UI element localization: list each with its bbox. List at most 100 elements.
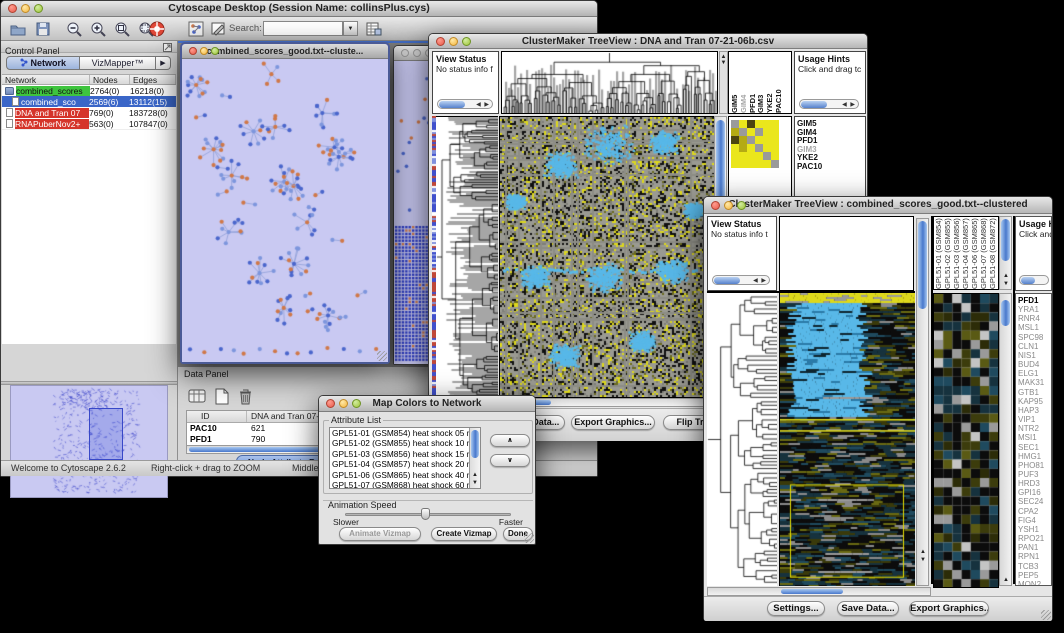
export-graphics-button[interactable]: Export Graphics... [909, 601, 989, 616]
zoom-vscrollbar[interactable]: ▲ [999, 293, 1012, 586]
zoom-out-icon[interactable] [65, 20, 83, 38]
gene-label[interactable]: PFD1 [1016, 296, 1051, 305]
scroll-up-arrow[interactable]: ▲ [1003, 273, 1009, 279]
gene-label[interactable]: VIP1 [1016, 415, 1051, 424]
gene-label[interactable]: HAP3 [1016, 406, 1051, 415]
matrix-cell[interactable] [771, 120, 779, 128]
scroll-thumb[interactable] [918, 221, 927, 309]
gene-label[interactable]: HRD3 [1016, 479, 1051, 488]
close-button[interactable] [326, 399, 335, 408]
gene-label[interactable]: YRA1 [1016, 305, 1051, 314]
scroll-thumb[interactable] [781, 589, 843, 594]
network-canvas[interactable] [182, 59, 388, 362]
column-dendrogram-panel[interactable] [501, 51, 718, 114]
scroll-up-arrow[interactable]: ▲ [472, 472, 478, 478]
gene-label[interactable]: KAP95 [1016, 397, 1051, 406]
network-list-empty-area[interactable] [2, 129, 176, 344]
gene-label[interactable]: FIG4 [1016, 516, 1051, 525]
usage-hints-scrollbar[interactable]: ◀ ▶ [799, 99, 859, 109]
scroll-thumb[interactable] [801, 101, 827, 108]
attribute-item[interactable]: GPL51-06 (GSM865) heat shock 40 min [332, 470, 480, 480]
matrix-cell[interactable] [739, 152, 747, 160]
matrix-cell[interactable] [739, 160, 747, 168]
close-button[interactable] [189, 47, 197, 55]
zoom-selected-icon[interactable] [113, 20, 131, 38]
minimize-button[interactable] [21, 4, 30, 13]
usage-hints-scrollbar[interactable] [1019, 275, 1049, 285]
overview-viewport-rect[interactable] [89, 408, 123, 460]
create-vizmap-button[interactable]: Create Vizmap [431, 527, 497, 541]
matrix-cell[interactable] [747, 120, 755, 128]
minimize-button[interactable] [724, 201, 733, 210]
minimize-button[interactable] [413, 49, 421, 57]
scroll-arrows[interactable]: ◀ ▶ [476, 101, 490, 109]
network-table-header[interactable]: Network Nodes Edges [2, 74, 176, 85]
heatmap-canvas[interactable] [779, 293, 915, 586]
gene-label[interactable]: PEP5 [1016, 571, 1051, 580]
matrix-cell[interactable] [747, 152, 755, 160]
export-graphics-button[interactable]: Export Graphics... [571, 415, 655, 430]
heatmap-hscrollbar[interactable] [707, 587, 931, 596]
float-panel-icon[interactable] [163, 43, 172, 52]
network-row[interactable]: combined_scores 2764(0) 16218(0) [2, 85, 176, 96]
network-overview-panel[interactable] [10, 385, 168, 498]
resize-grip[interactable] [377, 351, 387, 361]
scroll-thumb[interactable] [1001, 219, 1010, 261]
matrix-cell[interactable] [739, 128, 747, 136]
create-attribute-icon[interactable] [212, 387, 231, 406]
gene-label[interactable]: SEC24 [1016, 497, 1051, 506]
matrix-cell[interactable] [739, 144, 747, 152]
move-down-button[interactable]: ∨ [490, 454, 530, 467]
scroll-thumb[interactable] [1021, 277, 1035, 284]
network-row[interactable]: DNA and Tran 07 769(0) 183728(0) [2, 107, 176, 118]
matrix-cell[interactable] [755, 120, 763, 128]
column-labels-scrollbar[interactable]: ▲ ▼ [999, 216, 1012, 290]
settings-button[interactable]: Settings... [767, 601, 825, 616]
gene-label[interactable]: SEC1 [1016, 443, 1051, 452]
matrix-cell[interactable] [747, 136, 755, 144]
gene-label[interactable]: MON2 [1016, 580, 1051, 586]
matrix-cell[interactable] [747, 160, 755, 168]
attribute-item[interactable]: GPL51-03 (GSM856) heat shock 15 min [332, 449, 480, 459]
close-button[interactable] [8, 4, 17, 13]
similarity-matrix[interactable] [731, 120, 779, 168]
gene-label[interactable]: GTB1 [1016, 388, 1051, 397]
gene-label[interactable]: TCB3 [1016, 562, 1051, 571]
gene-label[interactable]: SPC98 [1016, 333, 1051, 342]
matrix-cell[interactable] [771, 144, 779, 152]
scroll-thumb[interactable] [439, 101, 465, 108]
scroll-down-arrow[interactable]: ▼ [472, 480, 478, 486]
attribute-item[interactable]: GPL51-07 (GSM868) heat shock 60 min [332, 480, 480, 489]
vizmapper-tab[interactable]: VizMapper™ [80, 56, 156, 70]
gene-label[interactable]: RPN1 [1016, 552, 1051, 561]
matrix-cell[interactable] [731, 152, 739, 160]
scroll-thumb[interactable] [714, 277, 740, 284]
id-column-header[interactable]: ID [187, 411, 247, 422]
search-input[interactable] [263, 21, 343, 36]
scroll-down-arrow[interactable]: ▼ [1003, 281, 1009, 287]
matrix-cell[interactable] [771, 136, 779, 144]
matrix-cell[interactable] [731, 128, 739, 136]
resize-grip[interactable] [524, 533, 534, 543]
matrix-cell[interactable] [763, 136, 771, 144]
scroll-arrows[interactable]: ◀ ▶ [842, 101, 856, 109]
row-dendrogram-canvas[interactable] [707, 293, 777, 586]
gene-label[interactable]: PAC10 [795, 163, 865, 172]
column-dendrogram-panel[interactable] [779, 216, 914, 291]
view-status-scrollbar[interactable]: ◀ ▶ [712, 275, 770, 285]
gene-label[interactable]: RPO21 [1016, 534, 1051, 543]
matrix-cell[interactable] [755, 152, 763, 160]
gene-label[interactable]: NIS1 [1016, 351, 1051, 360]
move-up-button[interactable]: ∧ [490, 434, 530, 447]
close-button[interactable] [436, 37, 445, 46]
matrix-cell[interactable] [755, 144, 763, 152]
scroll-up-arrow[interactable]: ▲ [1003, 577, 1009, 583]
gene-label[interactable]: ELG1 [1016, 369, 1051, 378]
zoom-button[interactable] [34, 4, 43, 13]
gene-label[interactable]: PUF3 [1016, 470, 1051, 479]
scroll-down-arrow[interactable]: ▼ [920, 557, 926, 563]
main-title-bar[interactable]: Cytoscape Desktop (Session Name: collins… [1, 1, 597, 17]
heatmap-vscrollbar[interactable]: ▲ ▼ [916, 218, 929, 586]
gene-label[interactable]: HMG1 [1016, 452, 1051, 461]
matrix-cell[interactable] [731, 136, 739, 144]
